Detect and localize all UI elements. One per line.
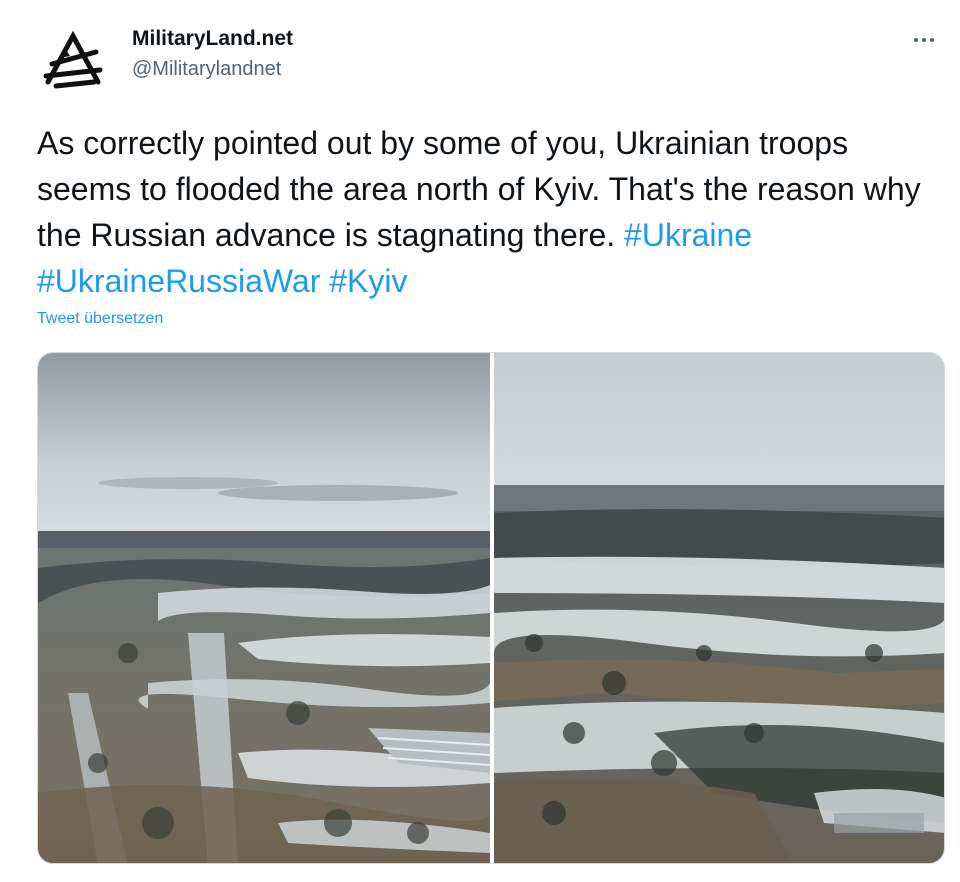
more-dot: [922, 38, 926, 42]
avatar[interactable]: [36, 24, 110, 98]
tweet-text: As correctly pointed out by some of you,…: [37, 120, 937, 304]
aerial-flood-photo-1: [38, 353, 490, 863]
tweet-media: [37, 352, 945, 864]
militaryland-logo-icon: [36, 24, 110, 98]
more-options-icon[interactable]: [904, 24, 944, 56]
translate-tweet-link[interactable]: Tweet übersetzen: [37, 310, 163, 328]
tweet-photo-1[interactable]: [38, 353, 490, 863]
hashtag-ukrainerussiawar[interactable]: #UkraineRussiaWar: [37, 263, 320, 299]
more-dot: [930, 38, 934, 42]
tweet-photo-2[interactable]: [494, 353, 944, 863]
author-handle[interactable]: @Militarylandnet: [132, 56, 293, 82]
hashtag-kyiv[interactable]: #Kyiv: [329, 263, 407, 299]
author-info: MilitaryLand.net @Militarylandnet: [132, 26, 293, 82]
tweet-header: MilitaryLand.net @Militarylandnet: [36, 22, 944, 98]
tweet-body: As correctly pointed out by some of you,…: [37, 125, 921, 253]
hashtag-ukraine[interactable]: #Ukraine: [624, 217, 752, 253]
aerial-flood-photo-2: [494, 353, 944, 863]
more-dot: [914, 38, 918, 42]
author-display-name[interactable]: MilitaryLand.net: [132, 26, 293, 52]
tweet-card: MilitaryLand.net @Militarylandnet As cor…: [0, 0, 960, 882]
